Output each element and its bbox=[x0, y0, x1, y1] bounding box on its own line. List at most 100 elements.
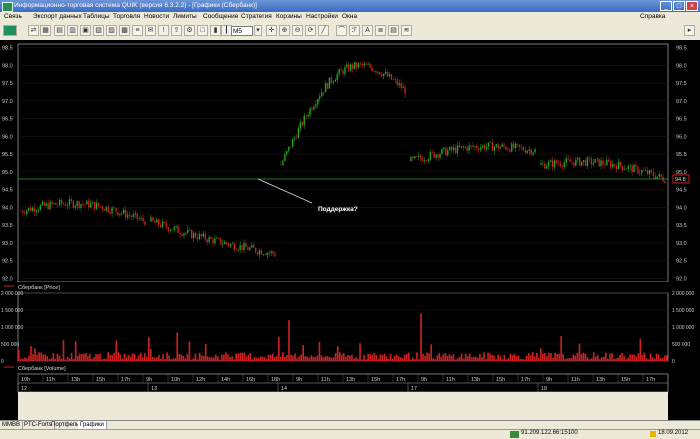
candle-body bbox=[319, 96, 321, 100]
menu-message[interactable]: Сообщение bbox=[203, 13, 238, 20]
candle-body bbox=[196, 237, 199, 240]
toolbar-options-icon[interactable]: ▸ bbox=[684, 25, 695, 36]
arrows-icon[interactable]: ⇄ bbox=[28, 25, 39, 36]
hour-label: 13h bbox=[346, 377, 355, 383]
price-tick-right: 96.0 bbox=[676, 134, 687, 140]
volume-bar bbox=[359, 343, 361, 361]
alerts-icon[interactable]: ! bbox=[158, 25, 169, 36]
candle-body bbox=[64, 204, 67, 206]
volume-bar bbox=[36, 354, 38, 361]
line-tool-icon[interactable]: ╱ bbox=[318, 25, 329, 36]
window-icon[interactable]: □ bbox=[197, 25, 208, 36]
volume-bar bbox=[328, 356, 331, 361]
candle-body bbox=[340, 69, 342, 71]
volume-bar bbox=[50, 358, 53, 361]
chevron-down-icon[interactable]: ▾ bbox=[254, 25, 262, 36]
chart-type-icon[interactable]: ▮ bbox=[210, 25, 221, 36]
menu-help[interactable]: Справка bbox=[640, 13, 666, 20]
menu-export[interactable]: Экспорт данных bbox=[33, 13, 82, 20]
candle-body bbox=[419, 155, 422, 159]
connection-address: 91.209.122.66:15100 bbox=[521, 430, 578, 436]
news-icon[interactable]: ✉ bbox=[145, 25, 156, 36]
candle-body bbox=[439, 154, 441, 158]
candle-body bbox=[282, 160, 284, 166]
indicators-icon[interactable]: ≋ bbox=[401, 25, 412, 36]
candle-body bbox=[602, 160, 604, 165]
settings-icon[interactable]: ⚙ bbox=[184, 25, 195, 36]
status-date: 18.09.2012 bbox=[658, 430, 689, 436]
volume-bar bbox=[280, 356, 282, 361]
hour-label: 10h bbox=[171, 377, 180, 383]
candle-body bbox=[528, 149, 530, 151]
candle-body bbox=[402, 86, 404, 88]
volume-bar bbox=[605, 352, 607, 361]
volume-bar bbox=[97, 354, 99, 361]
volume-bar bbox=[204, 343, 207, 361]
chart-svg[interactable]: 98.5 98.0 97.5 97.0 96.5 96.0 95.5 95.0 94.5 94.0… bbox=[0, 40, 700, 420]
volume-bar bbox=[48, 359, 51, 361]
volume-bar bbox=[552, 357, 554, 361]
volume-tick-right: 1 000 000 bbox=[672, 325, 694, 331]
fibonacci-icon[interactable]: ℱ bbox=[349, 25, 360, 36]
candle-body bbox=[569, 159, 571, 163]
candle-body bbox=[344, 67, 346, 74]
volume-bar bbox=[302, 344, 304, 361]
candle-body bbox=[82, 204, 84, 205]
menu-windows[interactable]: Окна bbox=[342, 13, 357, 20]
export-icon[interactable]: ⇪ bbox=[171, 25, 182, 36]
trades-icon[interactable]: ▧ bbox=[93, 25, 104, 36]
volume-bar bbox=[143, 353, 146, 361]
layers-icon[interactable]: ▤ bbox=[388, 25, 399, 36]
volume-bar bbox=[410, 359, 412, 361]
quotes-icon[interactable]: ▩ bbox=[119, 25, 130, 36]
volume-bar bbox=[326, 356, 329, 361]
volume-bar bbox=[405, 353, 408, 361]
menu-settings[interactable]: Настройки bbox=[306, 13, 338, 20]
volume-bar bbox=[603, 356, 605, 361]
interval-select[interactable]: M5 bbox=[231, 26, 253, 36]
volume-bar bbox=[20, 358, 22, 361]
orders-icon[interactable]: ▥ bbox=[67, 25, 78, 36]
maximize-button[interactable]: □ bbox=[673, 1, 685, 11]
arc-tool-icon[interactable]: ⌒ bbox=[336, 25, 347, 36]
table-icon[interactable]: ▤ bbox=[54, 25, 65, 36]
zoom-out-icon[interactable]: ⊖ bbox=[292, 25, 303, 36]
volume-bar bbox=[271, 353, 274, 361]
volume-bar bbox=[580, 353, 583, 361]
menu-strategy[interactable]: Стратегия bbox=[241, 13, 272, 20]
text-tool-icon[interactable]: A bbox=[362, 25, 373, 36]
chart-area[interactable]: 98.5 98.0 97.5 97.0 96.5 96.0 95.5 95.0 94.5 94.0… bbox=[0, 40, 700, 420]
menu-trading[interactable]: Торговля bbox=[113, 13, 140, 20]
volume-bar bbox=[588, 359, 591, 361]
menu-limits[interactable]: Лимиты bbox=[173, 13, 197, 20]
grid-icon[interactable]: ▦ bbox=[40, 25, 51, 36]
calc-icon[interactable]: ▣ bbox=[80, 25, 91, 36]
volume-bar bbox=[265, 358, 268, 361]
volume-bar bbox=[200, 355, 203, 361]
menu-connection[interactable]: Связь bbox=[4, 13, 22, 20]
volume-bar bbox=[468, 353, 471, 361]
chart-logo-icon[interactable] bbox=[3, 25, 17, 36]
close-button[interactable]: × bbox=[686, 1, 698, 11]
menu-baskets[interactable]: Корзины bbox=[276, 13, 302, 20]
menu-news[interactable]: Новости bbox=[144, 13, 169, 20]
hour-label: 11h bbox=[46, 377, 55, 383]
zoom-in-icon[interactable]: ⊕ bbox=[279, 25, 290, 36]
channel-icon[interactable]: ≣ bbox=[375, 25, 386, 36]
minimize-button[interactable]: _ bbox=[660, 1, 672, 11]
volume-bar bbox=[564, 358, 567, 361]
candle-body bbox=[307, 115, 309, 117]
volume-bar bbox=[347, 355, 349, 361]
list-icon[interactable]: ≡ bbox=[132, 25, 143, 36]
menu-tables[interactable]: Таблицы bbox=[83, 13, 110, 20]
candle-body bbox=[173, 226, 175, 230]
volume-bar bbox=[550, 353, 552, 361]
crosshair-icon[interactable]: ✛ bbox=[266, 25, 277, 36]
portfolio-icon[interactable]: ▨ bbox=[106, 25, 117, 36]
volume-bar bbox=[412, 357, 414, 361]
volume-bar bbox=[28, 355, 30, 361]
refresh-icon[interactable]: ⟳ bbox=[305, 25, 316, 36]
candle-body bbox=[418, 155, 420, 157]
volume-bar bbox=[375, 355, 378, 361]
candle-body bbox=[152, 217, 154, 221]
